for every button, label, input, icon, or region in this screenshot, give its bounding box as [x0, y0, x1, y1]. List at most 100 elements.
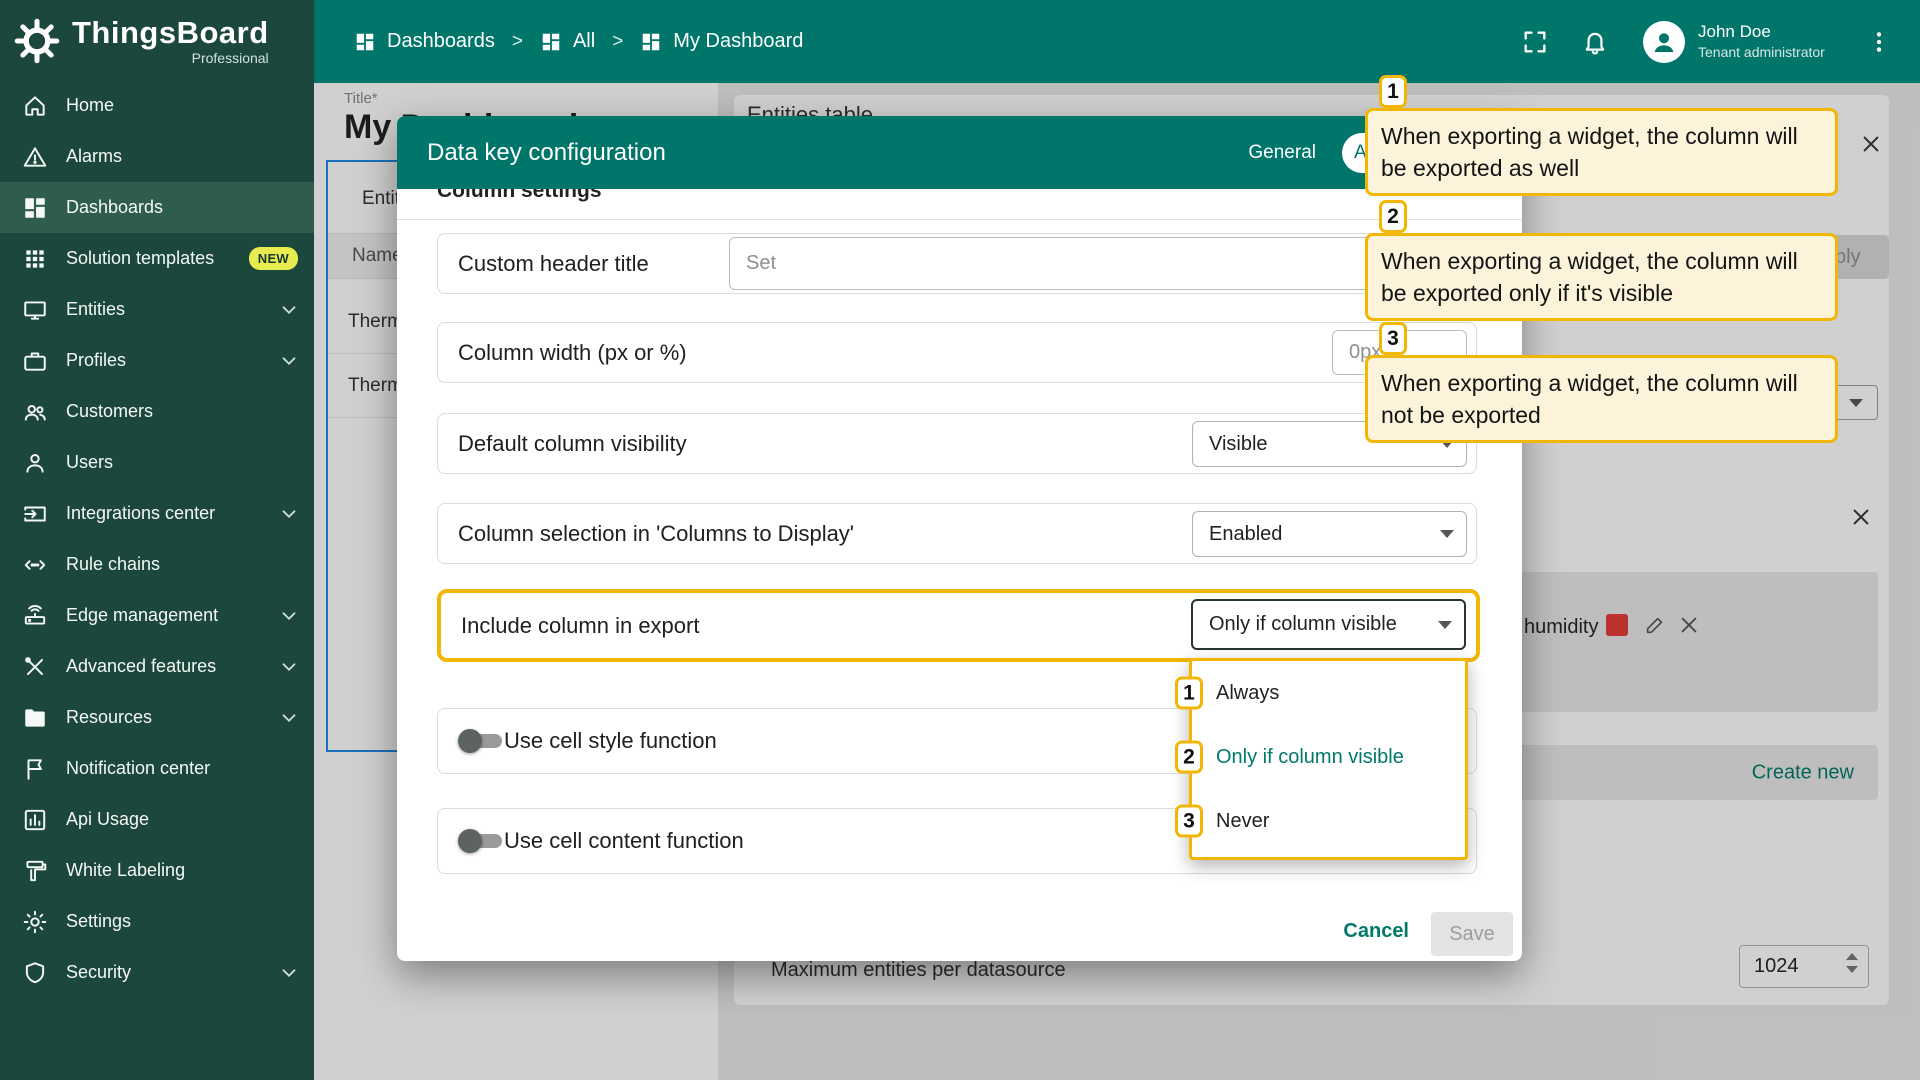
sidebar-item-customers[interactable]: Customers	[0, 386, 314, 437]
brand-logo[interactable]: ThingsBoard Professional	[0, 0, 314, 74]
shield-icon	[22, 960, 48, 986]
field-custom-header-title: Custom header title	[437, 233, 1477, 294]
menu-option-always[interactable]: 1 Always	[1192, 661, 1465, 725]
sidebar-item-profiles[interactable]: Profiles	[0, 335, 314, 386]
sidebar-item-api-usage[interactable]: Api Usage	[0, 794, 314, 845]
field-label: Column selection in 'Columns to Display'	[458, 521, 854, 547]
chevron-down-icon	[1440, 530, 1454, 538]
sidebar-item-label: Advanced features	[66, 656, 216, 677]
sidebar-item-advanced-features[interactable]: Advanced features	[0, 641, 314, 692]
brand-subtitle: Professional	[72, 50, 269, 66]
select-value: Only if column visible	[1209, 613, 1397, 636]
cell-content-toggle[interactable]	[458, 829, 504, 853]
sidebar-item-home[interactable]: Home	[0, 80, 314, 131]
sidebar-item-entities[interactable]: Entities	[0, 284, 314, 335]
sidebar-item-notification-center[interactable]: Notification center	[0, 743, 314, 794]
notifications-bell-icon[interactable]	[1581, 28, 1609, 56]
annotation-number-badge: 1	[1175, 677, 1203, 710]
breadcrumb-label: My Dashboard	[673, 30, 803, 53]
paint-icon	[22, 858, 48, 884]
sidebar-item-label: Rule chains	[66, 554, 160, 575]
sidebar-item-label: Users	[66, 452, 113, 473]
folder-icon	[22, 705, 48, 731]
sidebar-item-alarms[interactable]: Alarms	[0, 131, 314, 182]
sidebar-item-users[interactable]: Users	[0, 437, 314, 488]
chevron-down-icon	[278, 707, 300, 729]
sidebar-item-label: Entities	[66, 299, 125, 320]
field-label: Column width (px or %)	[458, 340, 687, 366]
option-label: Only if column visible	[1216, 746, 1404, 769]
sidebar-item-solution-templates[interactable]: Solution templates NEW	[0, 233, 314, 284]
field-column-width: Column width (px or %)	[437, 322, 1477, 383]
breadcrumb-my-dashboard[interactable]: My Dashboard	[640, 30, 803, 53]
chevron-down-icon	[278, 503, 300, 525]
breadcrumb-dashboards[interactable]: Dashboards	[354, 30, 495, 53]
sidebar-item-label: Security	[66, 962, 131, 983]
sidebar-nav: Home Alarms Dashboards Solution template…	[0, 80, 314, 998]
user-avatar[interactable]	[1643, 21, 1685, 63]
tab-general[interactable]: General	[1248, 142, 1316, 164]
dashboards-icon	[354, 31, 376, 53]
chart-icon	[22, 807, 48, 833]
fullscreen-icon[interactable]	[1521, 28, 1549, 56]
sidebar-item-rule-chains[interactable]: Rule chains	[0, 539, 314, 590]
user-role: Tenant administrator	[1698, 43, 1848, 61]
chevron-down-icon	[278, 656, 300, 678]
entities-icon	[22, 297, 48, 323]
sidebar-item-label: Notification center	[66, 758, 210, 779]
field-include-column-in-export-highlighted: Include column in export Only if column …	[437, 589, 1480, 662]
save-button[interactable]: Save	[1431, 912, 1513, 956]
chevron-down-icon	[278, 962, 300, 984]
chevron-down-icon	[278, 605, 300, 627]
gear-icon	[22, 909, 48, 935]
toggle-label: Use cell content function	[504, 828, 744, 854]
sidebar-item-dashboards[interactable]: Dashboards	[0, 182, 314, 233]
sidebar-item-integrations-center[interactable]: Integrations center	[0, 488, 314, 539]
sidebar-item-security[interactable]: Security	[0, 947, 314, 998]
breadcrumb-all[interactable]: All	[540, 30, 595, 53]
sidebar-item-label: Alarms	[66, 146, 122, 167]
brand-name: ThingsBoard	[72, 15, 269, 51]
toggle-thumb	[458, 729, 482, 753]
briefcase-icon	[22, 348, 48, 374]
alarm-warning-icon	[22, 144, 48, 170]
sidebar-item-white-labeling[interactable]: White Labeling	[0, 845, 314, 896]
sidebar-item-label: Api Usage	[66, 809, 149, 830]
cancel-button[interactable]: Cancel	[1343, 920, 1409, 943]
people-icon	[22, 399, 48, 425]
include-in-export-dropdown-menu: 1 Always 2 Only if column visible 3 Neve…	[1189, 658, 1468, 860]
dialog-title: Data key configuration	[427, 139, 666, 167]
menu-option-never[interactable]: 3 Never	[1192, 789, 1465, 853]
annotation-text: When exporting a widget, the column will…	[1381, 123, 1798, 181]
sidebar-item-label: Customers	[66, 401, 153, 422]
thingsboard-gear-icon	[12, 16, 62, 66]
field-label: Custom header title	[458, 251, 649, 277]
sidebar-item-resources[interactable]: Resources	[0, 692, 314, 743]
sidebar-item-label: Integrations center	[66, 503, 215, 524]
section-column-settings: Column settings	[437, 189, 602, 203]
include-in-export-select[interactable]: Only if column visible	[1191, 599, 1466, 650]
annotation-text: When exporting a widget, the column will…	[1381, 248, 1798, 306]
menu-option-only-if-column-visible[interactable]: 2 Only if column visible	[1192, 725, 1465, 789]
app-bar: Dashboards > All > My Dashboard John Doe…	[314, 0, 1920, 83]
field-column-selection: Column selection in 'Columns to Display'…	[437, 503, 1477, 564]
cell-style-toggle[interactable]	[458, 729, 504, 753]
annotation-number-badge: 2	[1379, 200, 1407, 233]
dashboards-icon	[22, 195, 48, 221]
more-menu-icon[interactable]	[1866, 29, 1892, 55]
dialog-body: Column settings Custom header title Colu…	[397, 189, 1522, 961]
sidebar: ThingsBoard Professional Home Alarms Das…	[0, 0, 314, 1080]
person-icon	[22, 450, 48, 476]
column-selection-select[interactable]: Enabled	[1192, 511, 1467, 557]
sidebar-item-edge-management[interactable]: Edge management	[0, 590, 314, 641]
sidebar-item-label: Resources	[66, 707, 152, 728]
rule-chain-ethernet-icon	[22, 552, 48, 578]
apps-grid-icon	[22, 246, 48, 272]
chevron-down-icon	[1438, 621, 1452, 629]
sidebar-item-label: Edge management	[66, 605, 218, 626]
edge-router-icon	[22, 603, 48, 629]
annotation-text: When exporting a widget, the column will…	[1381, 370, 1798, 428]
field-label: Include column in export	[461, 613, 699, 639]
sidebar-item-settings[interactable]: Settings	[0, 896, 314, 947]
integration-input-icon	[22, 501, 48, 527]
